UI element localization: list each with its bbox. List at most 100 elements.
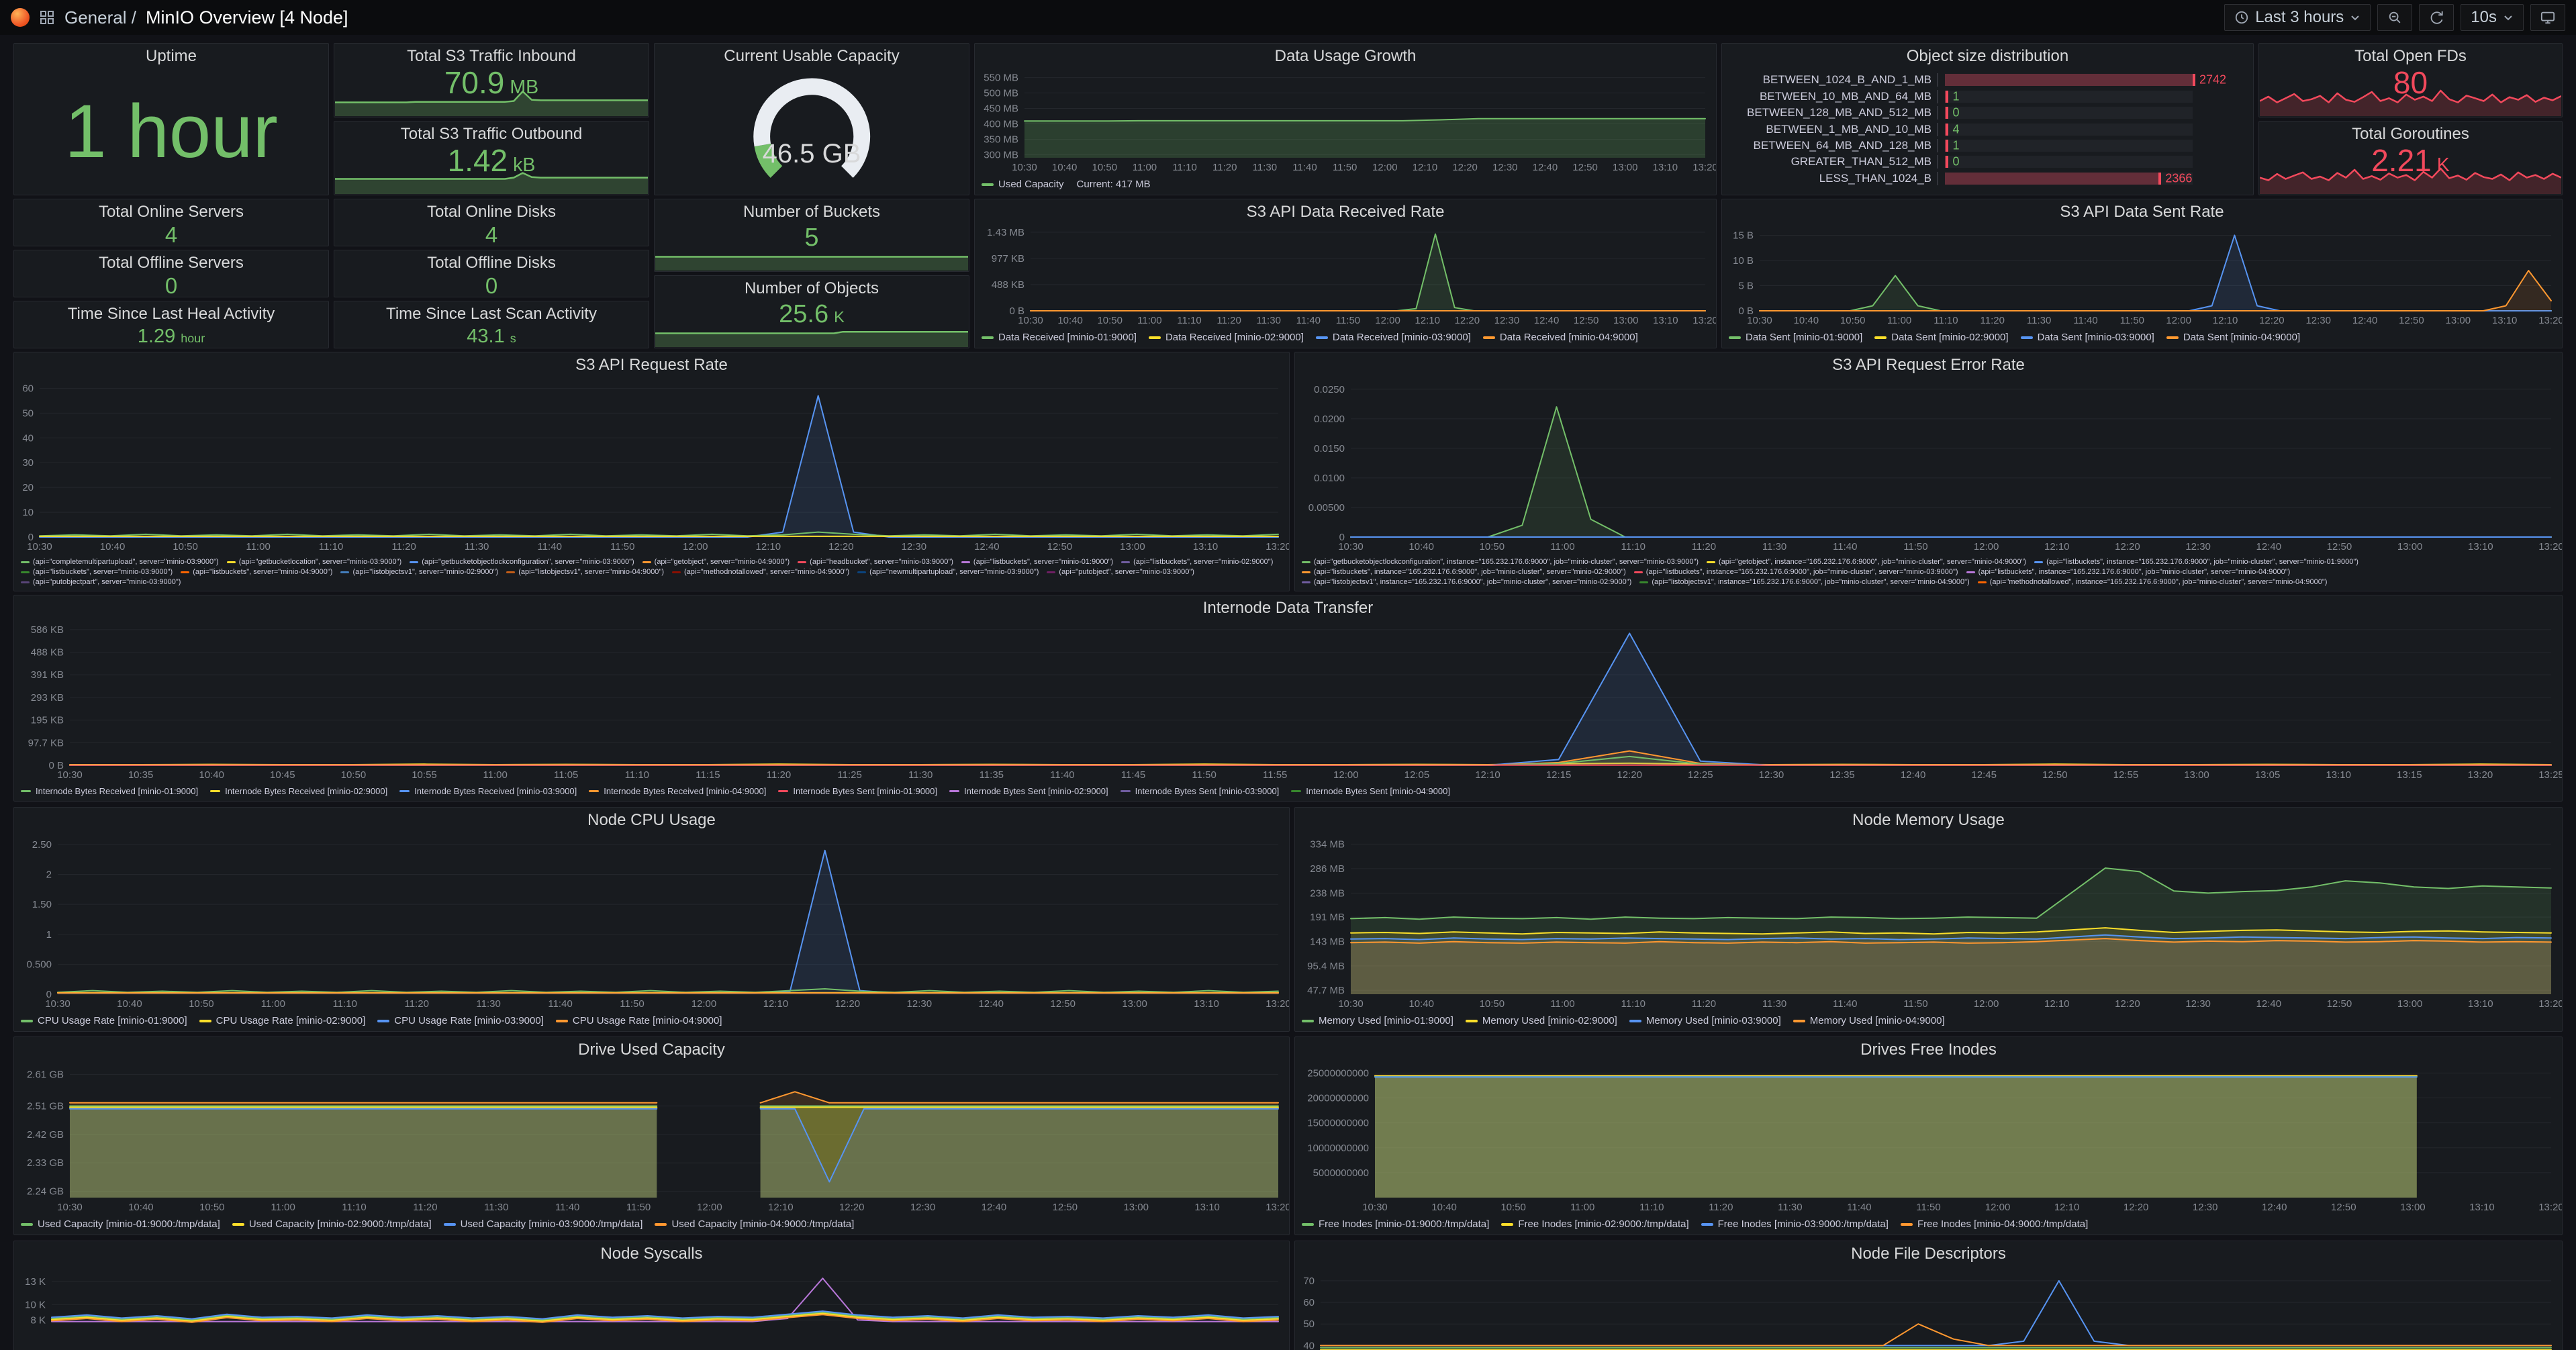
panel-title[interactable]: Number of Buckets	[655, 199, 969, 224]
apps-icon[interactable]	[39, 9, 55, 26]
legend-item[interactable]: Internode Bytes Sent [minio-01:9000]	[778, 786, 937, 796]
panel-title[interactable]: Total Offline Disks	[334, 250, 649, 275]
legend-item[interactable]: CPU Usage Rate [minio-02:9000]	[199, 1015, 366, 1026]
panel-title[interactable]: Time Since Last Heal Activity	[14, 301, 328, 326]
legend-item[interactable]: Memory Used [minio-01:9000]	[1302, 1015, 1453, 1026]
panel-title[interactable]: S3 API Data Sent Rate	[1722, 199, 2562, 224]
legend-item[interactable]: (api="listbuckets", instance="165.232.17…	[1966, 568, 2291, 576]
panel-title[interactable]: Uptime	[14, 44, 328, 68]
legend-item[interactable]: (api="listobjectsv1", server="minio-04:9…	[506, 568, 664, 576]
panel-title[interactable]: Drive Used Capacity	[14, 1037, 1289, 1061]
panel-title[interactable]: Number of Objects	[655, 276, 969, 300]
panel-title[interactable]: Total S3 Traffic Inbound	[334, 44, 649, 68]
legend-item[interactable]: Memory Used [minio-04:9000]	[1793, 1015, 1945, 1026]
panel-title[interactable]: Node File Descriptors	[1295, 1241, 2562, 1265]
legend-item[interactable]: Data Sent [minio-01:9000]	[1729, 332, 1862, 343]
panel-title[interactable]: Total S3 Traffic Outbound	[334, 122, 649, 146]
legend-item[interactable]: (api="newmultipartupload", server="minio…	[857, 568, 1039, 576]
legend-item[interactable]: (api="listbuckets", instance="165.232.17…	[1634, 568, 1958, 576]
panel-title[interactable]: Node Syscalls	[14, 1241, 1289, 1265]
legend-item[interactable]: Data Sent [minio-03:9000]	[2021, 332, 2154, 343]
legend-item[interactable]: (api="getbucketlocation", server="minio-…	[227, 558, 401, 566]
legend-item[interactable]: CPU Usage Rate [minio-03:9000]	[377, 1015, 544, 1026]
legend-item[interactable]: (api="listbuckets", server="minio-01:900…	[961, 558, 1113, 566]
panel-title[interactable]: Current Usable Capacity	[655, 44, 969, 68]
legend-item[interactable]: CPU Usage Rate [minio-04:9000]	[556, 1015, 722, 1026]
legend-item[interactable]: (api="listobjectsv1", instance="165.232.…	[1639, 578, 1969, 586]
legend-item[interactable]: Internode Bytes Sent [minio-03:9000]	[1120, 786, 1280, 796]
legend-item[interactable]: Memory Used [minio-03:9000]	[1629, 1015, 1781, 1026]
legend-item[interactable]: Data Sent [minio-02:9000]	[1874, 332, 2008, 343]
chart-internode-data-transfer[interactable]: 0 B97.7 KB195 KB293 KB391 KB488 KB586 KB…	[14, 620, 2562, 784]
grafana-logo-icon[interactable]	[11, 8, 30, 27]
legend-item[interactable]: Data Received [minio-04:9000]	[1483, 332, 1638, 343]
legend-item[interactable]: (api="methodnotallowed", instance="165.2…	[1978, 578, 2328, 586]
chart-data-usage-growth[interactable]: 300 MB350 MB400 MB450 MB500 MB550 MB10:3…	[975, 68, 1716, 177]
legend-item[interactable]: (api="putobjectpart", server="minio-03:9…	[21, 578, 181, 586]
panel-title[interactable]: S3 API Request Error Rate	[1295, 352, 2562, 377]
legend-item[interactable]: Internode Bytes Sent [minio-02:9000]	[949, 786, 1108, 796]
chart-node-memory-usage[interactable]: 47.7 MB95.4 MB143 MB191 MB238 MB286 MB33…	[1295, 832, 2562, 1013]
panel-title[interactable]: Object size distribution	[1722, 44, 2253, 68]
legend-item[interactable]: (api="listbuckets", server="minio-04:900…	[181, 568, 332, 576]
legend-item[interactable]: Free Inodes [minio-01:9000:/tmp/data]	[1302, 1218, 1489, 1230]
panel-title[interactable]: Drives Free Inodes	[1295, 1037, 2562, 1061]
legend-item[interactable]: Data Sent [minio-04:9000]	[2166, 332, 2300, 343]
legend-item[interactable]: Internode Bytes Received [minio-02:9000]	[210, 786, 387, 796]
panel-title[interactable]: Data Usage Growth	[975, 44, 1716, 68]
legend-item[interactable]: Data Received [minio-03:9000]	[1316, 332, 1471, 343]
legend-item[interactable]: Internode Bytes Received [minio-01:9000]	[21, 786, 198, 796]
chart-s3-request-rate[interactable]: 010203040506010:3010:4010:5011:0011:1011…	[14, 377, 1289, 556]
legend-item[interactable]: (api="putobject", server="minio-03:9000"…	[1047, 568, 1194, 576]
legend-item[interactable]: Used Capacity [minio-01:9000:/tmp/data]	[21, 1218, 220, 1230]
panel-title[interactable]: Node Memory Usage	[1295, 808, 2562, 832]
legend-item[interactable]: Internode Bytes Sent [minio-04:9000]	[1291, 786, 1450, 796]
chart-node-file-descriptors[interactable]: 70605040	[1295, 1265, 2562, 1350]
legend-item[interactable]: Internode Bytes Received [minio-04:9000]	[589, 786, 766, 796]
legend-item[interactable]: Internode Bytes Received [minio-03:9000]	[399, 786, 577, 796]
panel-title[interactable]: S3 API Request Rate	[14, 352, 1289, 377]
legend-item[interactable]: (api="getobject", instance="165.232.176.…	[1707, 558, 2026, 566]
legend-item[interactable]: Used Capacity [minio-02:9000:/tmp/data]	[232, 1218, 432, 1230]
chart-node-syscalls[interactable]: 13 K10 K8 K	[14, 1265, 1289, 1350]
panel-title[interactable]: Total Online Disks	[334, 199, 649, 224]
legend-item[interactable]: Memory Used [minio-02:9000]	[1466, 1015, 1617, 1026]
legend-item[interactable]: Used Capacity [minio-04:9000:/tmp/data]	[655, 1218, 854, 1230]
dashboard-title[interactable]: MinIO Overview [4 Node]	[146, 7, 348, 28]
refresh-interval-picker[interactable]: 10s	[2461, 4, 2524, 31]
legend-item[interactable]: (api="headbucket", server="minio-03:9000…	[798, 558, 953, 566]
panel-title[interactable]: Total Offline Servers	[14, 250, 328, 275]
legend-item[interactable]: Free Inodes [minio-04:9000:/tmp/data]	[1901, 1218, 2088, 1230]
cycle-view-button[interactable]	[2530, 4, 2565, 31]
panel-title[interactable]: Node CPU Usage	[14, 808, 1289, 832]
panel-title[interactable]: Time Since Last Scan Activity	[334, 301, 649, 326]
chart-s3-data-sent-rate[interactable]: 0 B5 B10 B15 B10:3010:4010:5011:0011:101…	[1722, 224, 2562, 330]
legend-item[interactable]: (api="listbuckets", instance="165.232.17…	[1302, 568, 1626, 576]
refresh-button[interactable]	[2419, 4, 2454, 31]
legend-item[interactable]: Free Inodes [minio-02:9000:/tmp/data]	[1501, 1218, 1688, 1230]
legend-item[interactable]: Free Inodes [minio-03:9000:/tmp/data]	[1701, 1218, 1889, 1230]
legend-item[interactable]: Data Received [minio-02:9000]	[1149, 332, 1304, 343]
chart-drive-used-capacity[interactable]: 2.24 GB2.33 GB2.42 GB2.51 GB2.61 GB10:30…	[14, 1061, 1289, 1216]
chart-drives-free-inodes[interactable]: 5000000000100000000001500000000020000000…	[1295, 1061, 2562, 1216]
chart-s3-request-error-rate[interactable]: 00.005000.01000.01500.02000.025010:3010:…	[1295, 377, 2562, 556]
legend-item[interactable]: (api="getobject", server="minio-04:9000"…	[642, 558, 790, 566]
legend-item[interactable]: Used Capacity [minio-03:9000:/tmp/data]	[444, 1218, 643, 1230]
zoom-out-button[interactable]	[2377, 4, 2412, 31]
chart-s3-data-received-rate[interactable]: 0 B488 KB977 KB1.43 MB10:3010:4010:5011:…	[975, 224, 1716, 330]
legend-item[interactable]: CPU Usage Rate [minio-01:9000]	[21, 1015, 187, 1026]
legend-item[interactable]: (api="listbuckets", instance="165.232.17…	[2034, 558, 2358, 566]
panel-title[interactable]: Total Online Servers	[14, 199, 328, 224]
legend-item[interactable]: (api="listbuckets", server="minio-02:900…	[1121, 558, 1273, 566]
breadcrumb-folder[interactable]: General /	[64, 7, 136, 28]
panel-title[interactable]: Total Goroutines	[2259, 122, 2562, 146]
panel-title[interactable]: Internode Data Transfer	[14, 595, 2562, 620]
chart-node-cpu-usage[interactable]: 00.50011.5022.5010:3010:4010:5011:0011:1…	[14, 832, 1289, 1013]
time-range-picker[interactable]: Last 3 hours	[2224, 4, 2371, 31]
legend-item[interactable]: (api="getbucketobjectlockconfiguration",…	[410, 558, 634, 566]
legend-item[interactable]: Data Received [minio-01:9000]	[982, 332, 1137, 343]
legend-item[interactable]: (api="listobjectsv1", server="minio-02:9…	[340, 568, 498, 576]
legend-item[interactable]: Used CapacityCurrent: 417 MB	[982, 179, 1151, 190]
panel-title[interactable]: Total Open FDs	[2259, 44, 2562, 68]
legend-item[interactable]: (api="getbucketobjectlockconfiguration",…	[1302, 558, 1699, 566]
